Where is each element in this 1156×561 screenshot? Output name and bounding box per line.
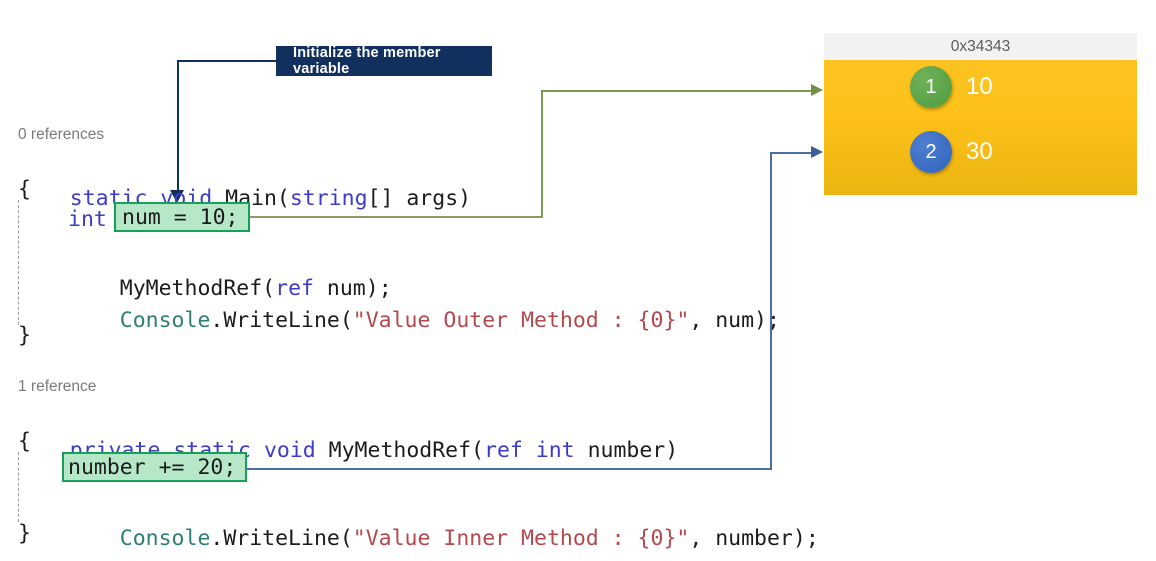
outer-int-keyword: int <box>68 207 107 232</box>
memory-value-2: 30 <box>966 138 993 165</box>
highlight-text-num-assignment: num = 10; <box>122 205 239 230</box>
outer-sig-part-2: string <box>289 186 368 211</box>
inner-console-writeline: Console.WriteLine("Value Inner Method : … <box>68 486 819 561</box>
inner-references-label: 1 reference <box>18 378 97 395</box>
callout-connector-horizontal <box>177 60 277 62</box>
inner-connector-horizontal-lower <box>246 468 772 470</box>
outer-connector-horizontal-upper <box>541 90 813 92</box>
outer-arrowhead-icon <box>811 84 823 96</box>
memory-value-1: 10 <box>966 73 993 100</box>
inner-write-part-2: "Value Inner Method : {0}" <box>352 526 690 551</box>
outer-write-part-3: , num); <box>689 308 780 333</box>
inner-close-brace: } <box>18 521 31 546</box>
outer-indent-guide <box>18 200 19 325</box>
inner-write-part-0: Console <box>119 526 211 551</box>
memory-step-badge-1: 1 <box>910 66 952 108</box>
inner-sig-part-2: ref int <box>484 438 575 463</box>
highlight-text-number-increment: number += 20; <box>68 455 237 480</box>
inner-arrowhead-icon <box>811 146 823 158</box>
inner-connector-vertical <box>770 152 772 470</box>
outer-write-part-2: "Value Outer Method : {0}" <box>352 308 690 333</box>
inner-connector-horizontal-upper <box>770 152 813 154</box>
inner-write-part-1: .WriteLine( <box>210 526 353 551</box>
memory-step-badge-2: 2 <box>910 131 952 173</box>
outer-write-part-1: .WriteLine( <box>210 308 353 333</box>
outer-open-brace: { <box>18 177 31 202</box>
inner-open-brace: { <box>18 429 31 454</box>
inner-indent-guide <box>18 452 19 522</box>
diagram-canvas: Initialize the member variable 0 referen… <box>0 0 1156 561</box>
outer-write-part-0: Console <box>119 308 211 333</box>
memory-address-header: 0x34343 <box>824 33 1137 60</box>
inner-write-part-3: , number); <box>689 526 819 551</box>
inner-sig-part-3: number) <box>574 438 679 463</box>
outer-references-label: 0 references <box>18 126 105 143</box>
inner-sig-part-1: MyMethodRef( <box>328 438 485 463</box>
outer-close-brace: } <box>18 323 31 348</box>
outer-sig-part-3: [] args) <box>367 186 472 211</box>
outer-connector-vertical <box>541 90 543 218</box>
outer-console-writeline: Console.WriteLine("Value Outer Method : … <box>68 268 780 373</box>
callout-initialize-member-variable: Initialize the member variable <box>276 45 492 77</box>
outer-connector-horizontal-lower <box>250 216 543 218</box>
